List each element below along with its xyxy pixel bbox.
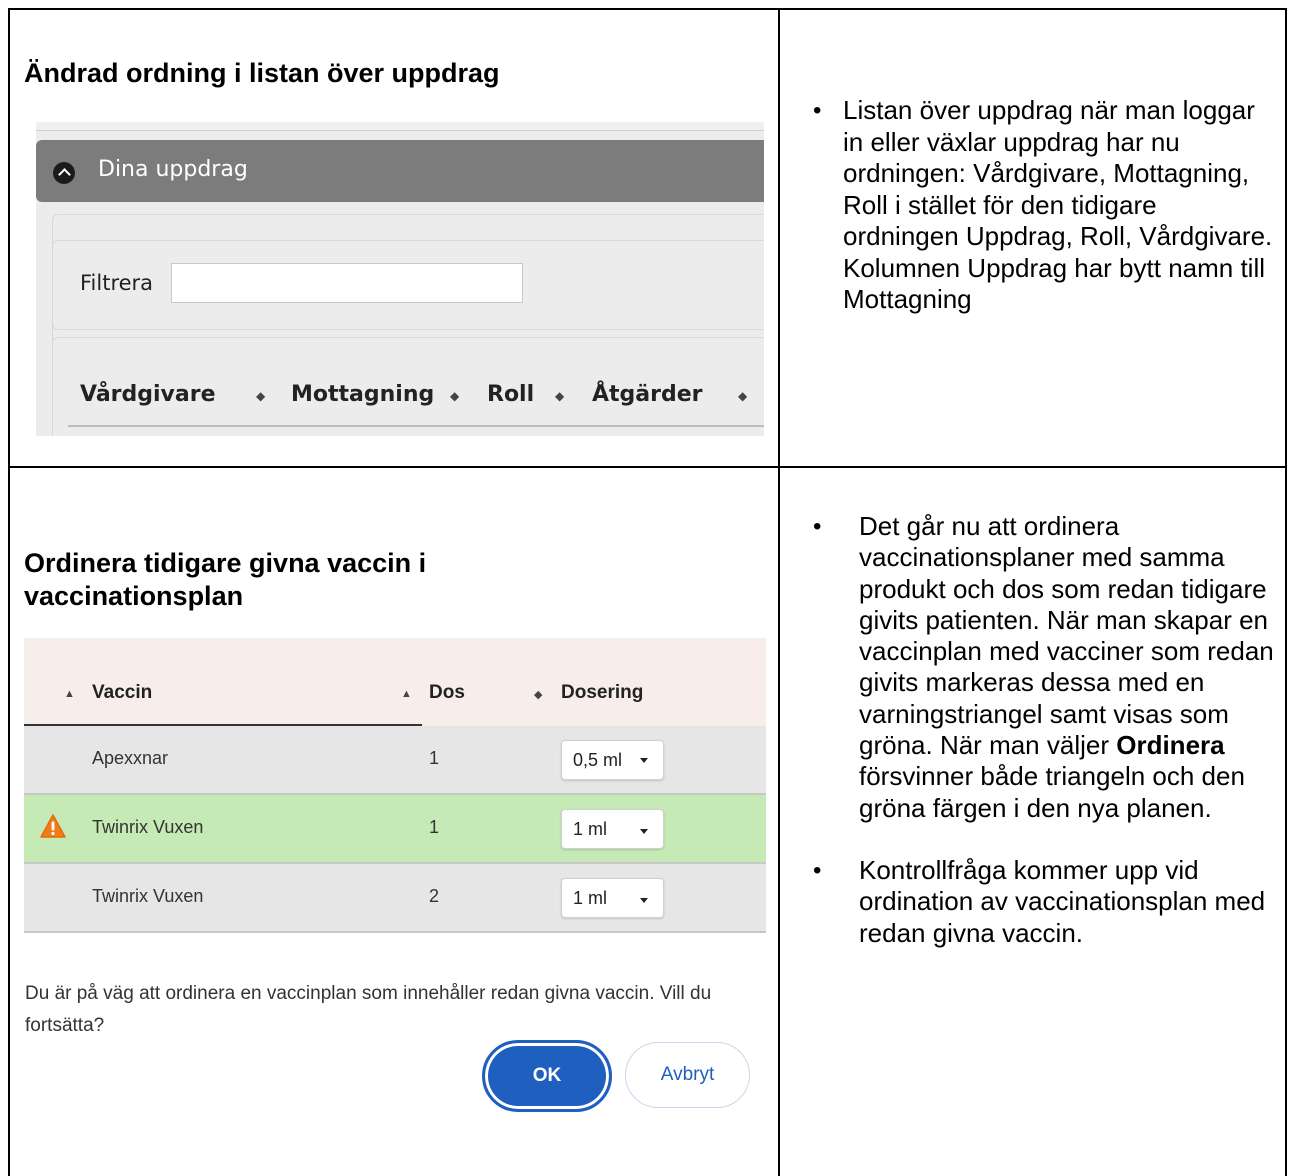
table-border-right [1285,8,1287,1176]
bullet-bold-text: Ordinera [1116,730,1225,761]
dosage-select[interactable]: 1 ml [561,878,664,918]
chevron-up-icon[interactable] [53,162,75,184]
dosage-value: 0,5 ml [573,750,623,770]
vaccination-plan-screenshot: ▲ Vaccin ▲ Dos ◆ Dosering Apexxnar 1 0,5… [24,638,766,935]
table-row[interactable]: Twinrix Vuxen 2 1 ml [24,864,766,933]
ok-button[interactable]: OK [482,1040,612,1112]
filter-input[interactable] [171,263,523,303]
sort-icon[interactable]: ◆ [450,389,459,403]
table-border-row-divider [8,466,1287,468]
confirm-message: Du är på väg att ordinera en vaccinplan … [25,983,712,1036]
sort-icon[interactable]: ◆ [534,688,542,701]
filter-label: Filtrera [80,271,154,295]
dosage-value: 1 ml [573,888,608,908]
table-row[interactable]: Apexxnar 1 0,5 ml [24,726,766,795]
vaccine-name: Twinrix Vuxen [92,817,204,837]
column-header-roll[interactable]: Roll [487,382,534,407]
sort-asc-icon[interactable]: ▲ [64,688,75,700]
table-border-middle [778,8,780,1176]
bullet-text: försvinner både triangeln och den gröna … [859,761,1245,823]
panel-title: Dina uppdrag [98,157,248,182]
warning-icon [40,814,66,838]
panel-top-edge [36,122,764,131]
sort-icon[interactable]: ◆ [738,389,747,403]
bullet-item: Det går nu att ordinera vaccinationsplan… [813,511,1275,824]
cancel-button[interactable]: Avbryt [625,1042,750,1108]
dose-number: 1 [429,817,440,837]
column-header-dos[interactable]: Dos [429,682,465,704]
section1-bullets: Listan över uppdrag när man loggar in el… [813,95,1275,316]
dose-number: 1 [429,748,440,768]
column-header-atgarder[interactable]: Åtgärder [592,382,703,407]
assignments-panel-header[interactable]: Dina uppdrag [36,140,764,202]
bullet-text: Det går nu att ordinera vaccinationsplan… [859,511,1274,761]
caret-down-icon [640,829,648,834]
column-header-mottagning[interactable]: Mottagning [291,382,434,407]
table-header: ▲ Vaccin ▲ Dos ◆ Dosering [24,638,766,726]
section2-bullets: Det går nu att ordinera vaccinationsplan… [813,511,1275,949]
column-header-vaccin[interactable]: Vaccin [92,682,152,704]
vaccine-name: Apexxnar [92,748,169,768]
section1-title: Ändrad ordning i listan över uppdrag [24,58,500,88]
column-header-vardgivare[interactable]: Vårdgivare [80,382,216,407]
table-border-left [8,8,10,1176]
dosage-select[interactable]: 0,5 ml [561,740,664,780]
caret-down-icon [640,898,648,903]
sort-icon[interactable]: ◆ [555,389,564,403]
caret-down-icon [640,758,648,763]
dosage-select[interactable]: 1 ml [561,809,664,849]
table-border-top [8,8,1287,10]
vaccine-name: Twinrix Vuxen [92,886,204,906]
section2-title: Ordinera tidigare givna vaccin i vaccina… [24,548,427,611]
assignments-screenshot: Dina uppdrag Filtrera Vårdgivare ◆ Motta… [36,122,764,436]
dose-number: 2 [429,886,440,906]
dosage-value: 1 ml [573,819,608,839]
header-underline [68,425,764,427]
table-row[interactable]: Twinrix Vuxen 1 1 ml [24,795,766,864]
bullet-item: Listan över uppdrag när man loggar in el… [813,95,1275,316]
sort-asc-icon[interactable]: ▲ [401,688,412,700]
bullet-item: Kontrollfråga kommer upp vid ordination … [813,855,1275,949]
column-header-dosering[interactable]: Dosering [561,682,643,704]
sort-icon[interactable]: ◆ [256,389,265,403]
